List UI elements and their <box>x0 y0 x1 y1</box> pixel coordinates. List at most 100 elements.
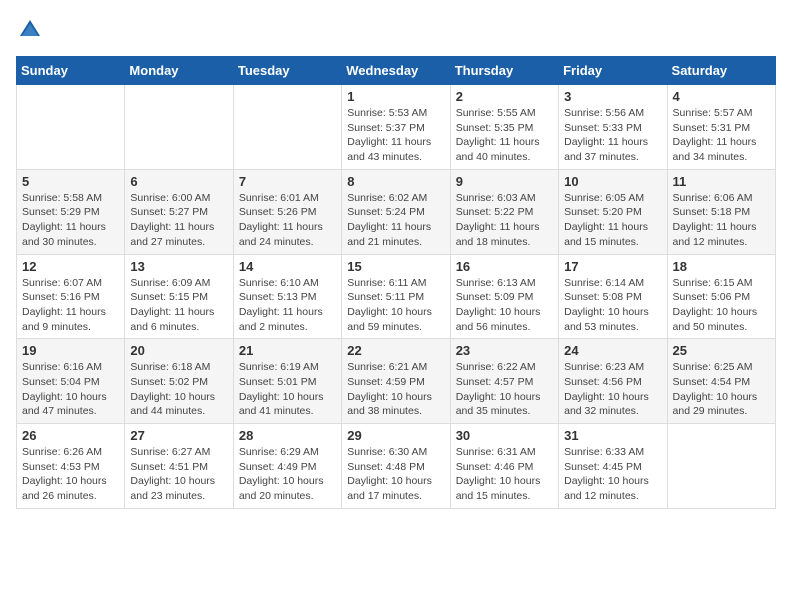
day-number: 20 <box>130 343 227 358</box>
day-info: Sunrise: 6:09 AM Sunset: 5:15 PM Dayligh… <box>130 276 227 335</box>
day-info: Sunrise: 6:22 AM Sunset: 4:57 PM Dayligh… <box>456 360 553 419</box>
weekday-header: Wednesday <box>342 57 450 85</box>
weekday-header: Saturday <box>667 57 775 85</box>
day-info: Sunrise: 5:56 AM Sunset: 5:33 PM Dayligh… <box>564 106 661 165</box>
calendar-cell: 25 Sunrise: 6:25 AM Sunset: 4:54 PM Dayli… <box>667 339 775 424</box>
calendar-header-row: SundayMondayTuesdayWednesdayThursdayFrid… <box>17 57 776 85</box>
day-info: Sunrise: 6:18 AM Sunset: 5:02 PM Dayligh… <box>130 360 227 419</box>
day-info: Sunrise: 6:23 AM Sunset: 4:56 PM Dayligh… <box>564 360 661 419</box>
day-info: Sunrise: 6:00 AM Sunset: 5:27 PM Dayligh… <box>130 191 227 250</box>
calendar-cell: 8Sunrise: 6:02 AM Sunset: 5:24 PM Daylig… <box>342 169 450 254</box>
day-number: 4 <box>673 89 770 104</box>
calendar-cell: 12 Sunrise: 6:07 AM Sunset: 5:16 PM Dayli… <box>17 254 125 339</box>
weekday-header: Friday <box>559 57 667 85</box>
day-info: Sunrise: 5:55 AM Sunset: 5:35 PM Dayligh… <box>456 106 553 165</box>
day-info: Sunrise: 5:53 AM Sunset: 5:37 PM Dayligh… <box>347 106 444 165</box>
day-number: 30 <box>456 428 553 443</box>
calendar-cell: 31 Sunrise: 6:33 AM Sunset: 4:45 PM Dayli… <box>559 424 667 509</box>
day-number: 3 <box>564 89 661 104</box>
calendar-cell: 18 Sunrise: 6:15 AM Sunset: 5:06 PM Dayli… <box>667 254 775 339</box>
day-number: 5 <box>22 174 119 189</box>
day-info: Sunrise: 6:07 AM Sunset: 5:16 PM Dayligh… <box>22 276 119 335</box>
weekday-header: Monday <box>125 57 233 85</box>
weekday-header: Thursday <box>450 57 558 85</box>
day-info: Sunrise: 6:27 AM Sunset: 4:51 PM Dayligh… <box>130 445 227 504</box>
day-number: 28 <box>239 428 336 443</box>
day-info: Sunrise: 6:10 AM Sunset: 5:13 PM Dayligh… <box>239 276 336 335</box>
logo <box>16 16 48 44</box>
calendar-cell <box>125 85 233 170</box>
day-info: Sunrise: 6:13 AM Sunset: 5:09 PM Dayligh… <box>456 276 553 335</box>
day-number: 25 <box>673 343 770 358</box>
day-number: 17 <box>564 259 661 274</box>
calendar-table: SundayMondayTuesdayWednesdayThursdayFrid… <box>16 56 776 509</box>
day-info: Sunrise: 6:11 AM Sunset: 5:11 PM Dayligh… <box>347 276 444 335</box>
calendar-cell: 14Sunrise: 6:10 AM Sunset: 5:13 PM Dayli… <box>233 254 341 339</box>
day-info: Sunrise: 6:31 AM Sunset: 4:46 PM Dayligh… <box>456 445 553 504</box>
calendar-cell: 27 Sunrise: 6:27 AM Sunset: 4:51 PM Dayli… <box>125 424 233 509</box>
calendar-cell: 23Sunrise: 6:22 AM Sunset: 4:57 PM Dayli… <box>450 339 558 424</box>
calendar-cell: 29 Sunrise: 6:30 AM Sunset: 4:48 PM Dayli… <box>342 424 450 509</box>
calendar-cell: 30 Sunrise: 6:31 AM Sunset: 4:46 PM Dayli… <box>450 424 558 509</box>
calendar-cell: 21Sunrise: 6:19 AM Sunset: 5:01 PM Dayli… <box>233 339 341 424</box>
day-number: 16 <box>456 259 553 274</box>
calendar-cell: 28 Sunrise: 6:29 AM Sunset: 4:49 PM Dayli… <box>233 424 341 509</box>
day-number: 26 <box>22 428 119 443</box>
calendar-cell: 5 Sunrise: 5:58 AM Sunset: 5:29 PM Daylig… <box>17 169 125 254</box>
day-info: Sunrise: 6:01 AM Sunset: 5:26 PM Dayligh… <box>239 191 336 250</box>
day-number: 6 <box>130 174 227 189</box>
day-number: 13 <box>130 259 227 274</box>
day-number: 27 <box>130 428 227 443</box>
calendar-week-row: 26Sunrise: 6:26 AM Sunset: 4:53 PM Dayli… <box>17 424 776 509</box>
calendar-cell <box>667 424 775 509</box>
calendar-cell: 13 Sunrise: 6:09 AM Sunset: 5:15 PM Dayli… <box>125 254 233 339</box>
day-number: 7 <box>239 174 336 189</box>
calendar-cell: 10Sunrise: 6:05 AM Sunset: 5:20 PM Dayli… <box>559 169 667 254</box>
day-number: 29 <box>347 428 444 443</box>
day-info: Sunrise: 6:21 AM Sunset: 4:59 PM Dayligh… <box>347 360 444 419</box>
calendar-cell: 19 Sunrise: 6:16 AM Sunset: 5:04 PM Dayli… <box>17 339 125 424</box>
calendar-cell: 11 Sunrise: 6:06 AM Sunset: 5:18 PM Dayli… <box>667 169 775 254</box>
day-number: 1 <box>347 89 444 104</box>
calendar-cell: 22 Sunrise: 6:21 AM Sunset: 4:59 PM Dayli… <box>342 339 450 424</box>
day-info: Sunrise: 5:57 AM Sunset: 5:31 PM Dayligh… <box>673 106 770 165</box>
day-info: Sunrise: 6:33 AM Sunset: 4:45 PM Dayligh… <box>564 445 661 504</box>
calendar-week-row: 1 Sunrise: 5:53 AM Sunset: 5:37 PM Daylig… <box>17 85 776 170</box>
day-info: Sunrise: 6:29 AM Sunset: 4:49 PM Dayligh… <box>239 445 336 504</box>
calendar-cell: 20 Sunrise: 6:18 AM Sunset: 5:02 PM Dayli… <box>125 339 233 424</box>
day-number: 18 <box>673 259 770 274</box>
day-info: Sunrise: 6:15 AM Sunset: 5:06 PM Dayligh… <box>673 276 770 335</box>
weekday-header: Tuesday <box>233 57 341 85</box>
day-info: Sunrise: 6:16 AM Sunset: 5:04 PM Dayligh… <box>22 360 119 419</box>
day-info: Sunrise: 6:05 AM Sunset: 5:20 PM Dayligh… <box>564 191 661 250</box>
weekday-header: Sunday <box>17 57 125 85</box>
calendar-cell: 9Sunrise: 6:03 AM Sunset: 5:22 PM Daylig… <box>450 169 558 254</box>
page-header <box>16 16 776 44</box>
calendar-cell: 3 Sunrise: 5:56 AM Sunset: 5:33 PM Daylig… <box>559 85 667 170</box>
day-number: 8 <box>347 174 444 189</box>
day-number: 12 <box>22 259 119 274</box>
day-number: 2 <box>456 89 553 104</box>
day-info: Sunrise: 6:30 AM Sunset: 4:48 PM Dayligh… <box>347 445 444 504</box>
day-number: 22 <box>347 343 444 358</box>
calendar-week-row: 5 Sunrise: 5:58 AM Sunset: 5:29 PM Daylig… <box>17 169 776 254</box>
calendar-cell: 15Sunrise: 6:11 AM Sunset: 5:11 PM Dayli… <box>342 254 450 339</box>
day-number: 24 <box>564 343 661 358</box>
day-info: Sunrise: 6:25 AM Sunset: 4:54 PM Dayligh… <box>673 360 770 419</box>
calendar-cell: 24 Sunrise: 6:23 AM Sunset: 4:56 PM Dayli… <box>559 339 667 424</box>
day-info: Sunrise: 5:58 AM Sunset: 5:29 PM Dayligh… <box>22 191 119 250</box>
calendar-week-row: 19 Sunrise: 6:16 AM Sunset: 5:04 PM Dayli… <box>17 339 776 424</box>
calendar-cell: 7 Sunrise: 6:01 AM Sunset: 5:26 PM Daylig… <box>233 169 341 254</box>
calendar-cell: 16 Sunrise: 6:13 AM Sunset: 5:09 PM Dayli… <box>450 254 558 339</box>
calendar-cell: 6 Sunrise: 6:00 AM Sunset: 5:27 PM Daylig… <box>125 169 233 254</box>
day-info: Sunrise: 6:19 AM Sunset: 5:01 PM Dayligh… <box>239 360 336 419</box>
calendar-cell <box>17 85 125 170</box>
day-info: Sunrise: 6:06 AM Sunset: 5:18 PM Dayligh… <box>673 191 770 250</box>
calendar-cell <box>233 85 341 170</box>
day-number: 19 <box>22 343 119 358</box>
day-info: Sunrise: 6:14 AM Sunset: 5:08 PM Dayligh… <box>564 276 661 335</box>
calendar-cell: 26Sunrise: 6:26 AM Sunset: 4:53 PM Dayli… <box>17 424 125 509</box>
day-number: 31 <box>564 428 661 443</box>
calendar-cell: 1 Sunrise: 5:53 AM Sunset: 5:37 PM Daylig… <box>342 85 450 170</box>
day-number: 11 <box>673 174 770 189</box>
